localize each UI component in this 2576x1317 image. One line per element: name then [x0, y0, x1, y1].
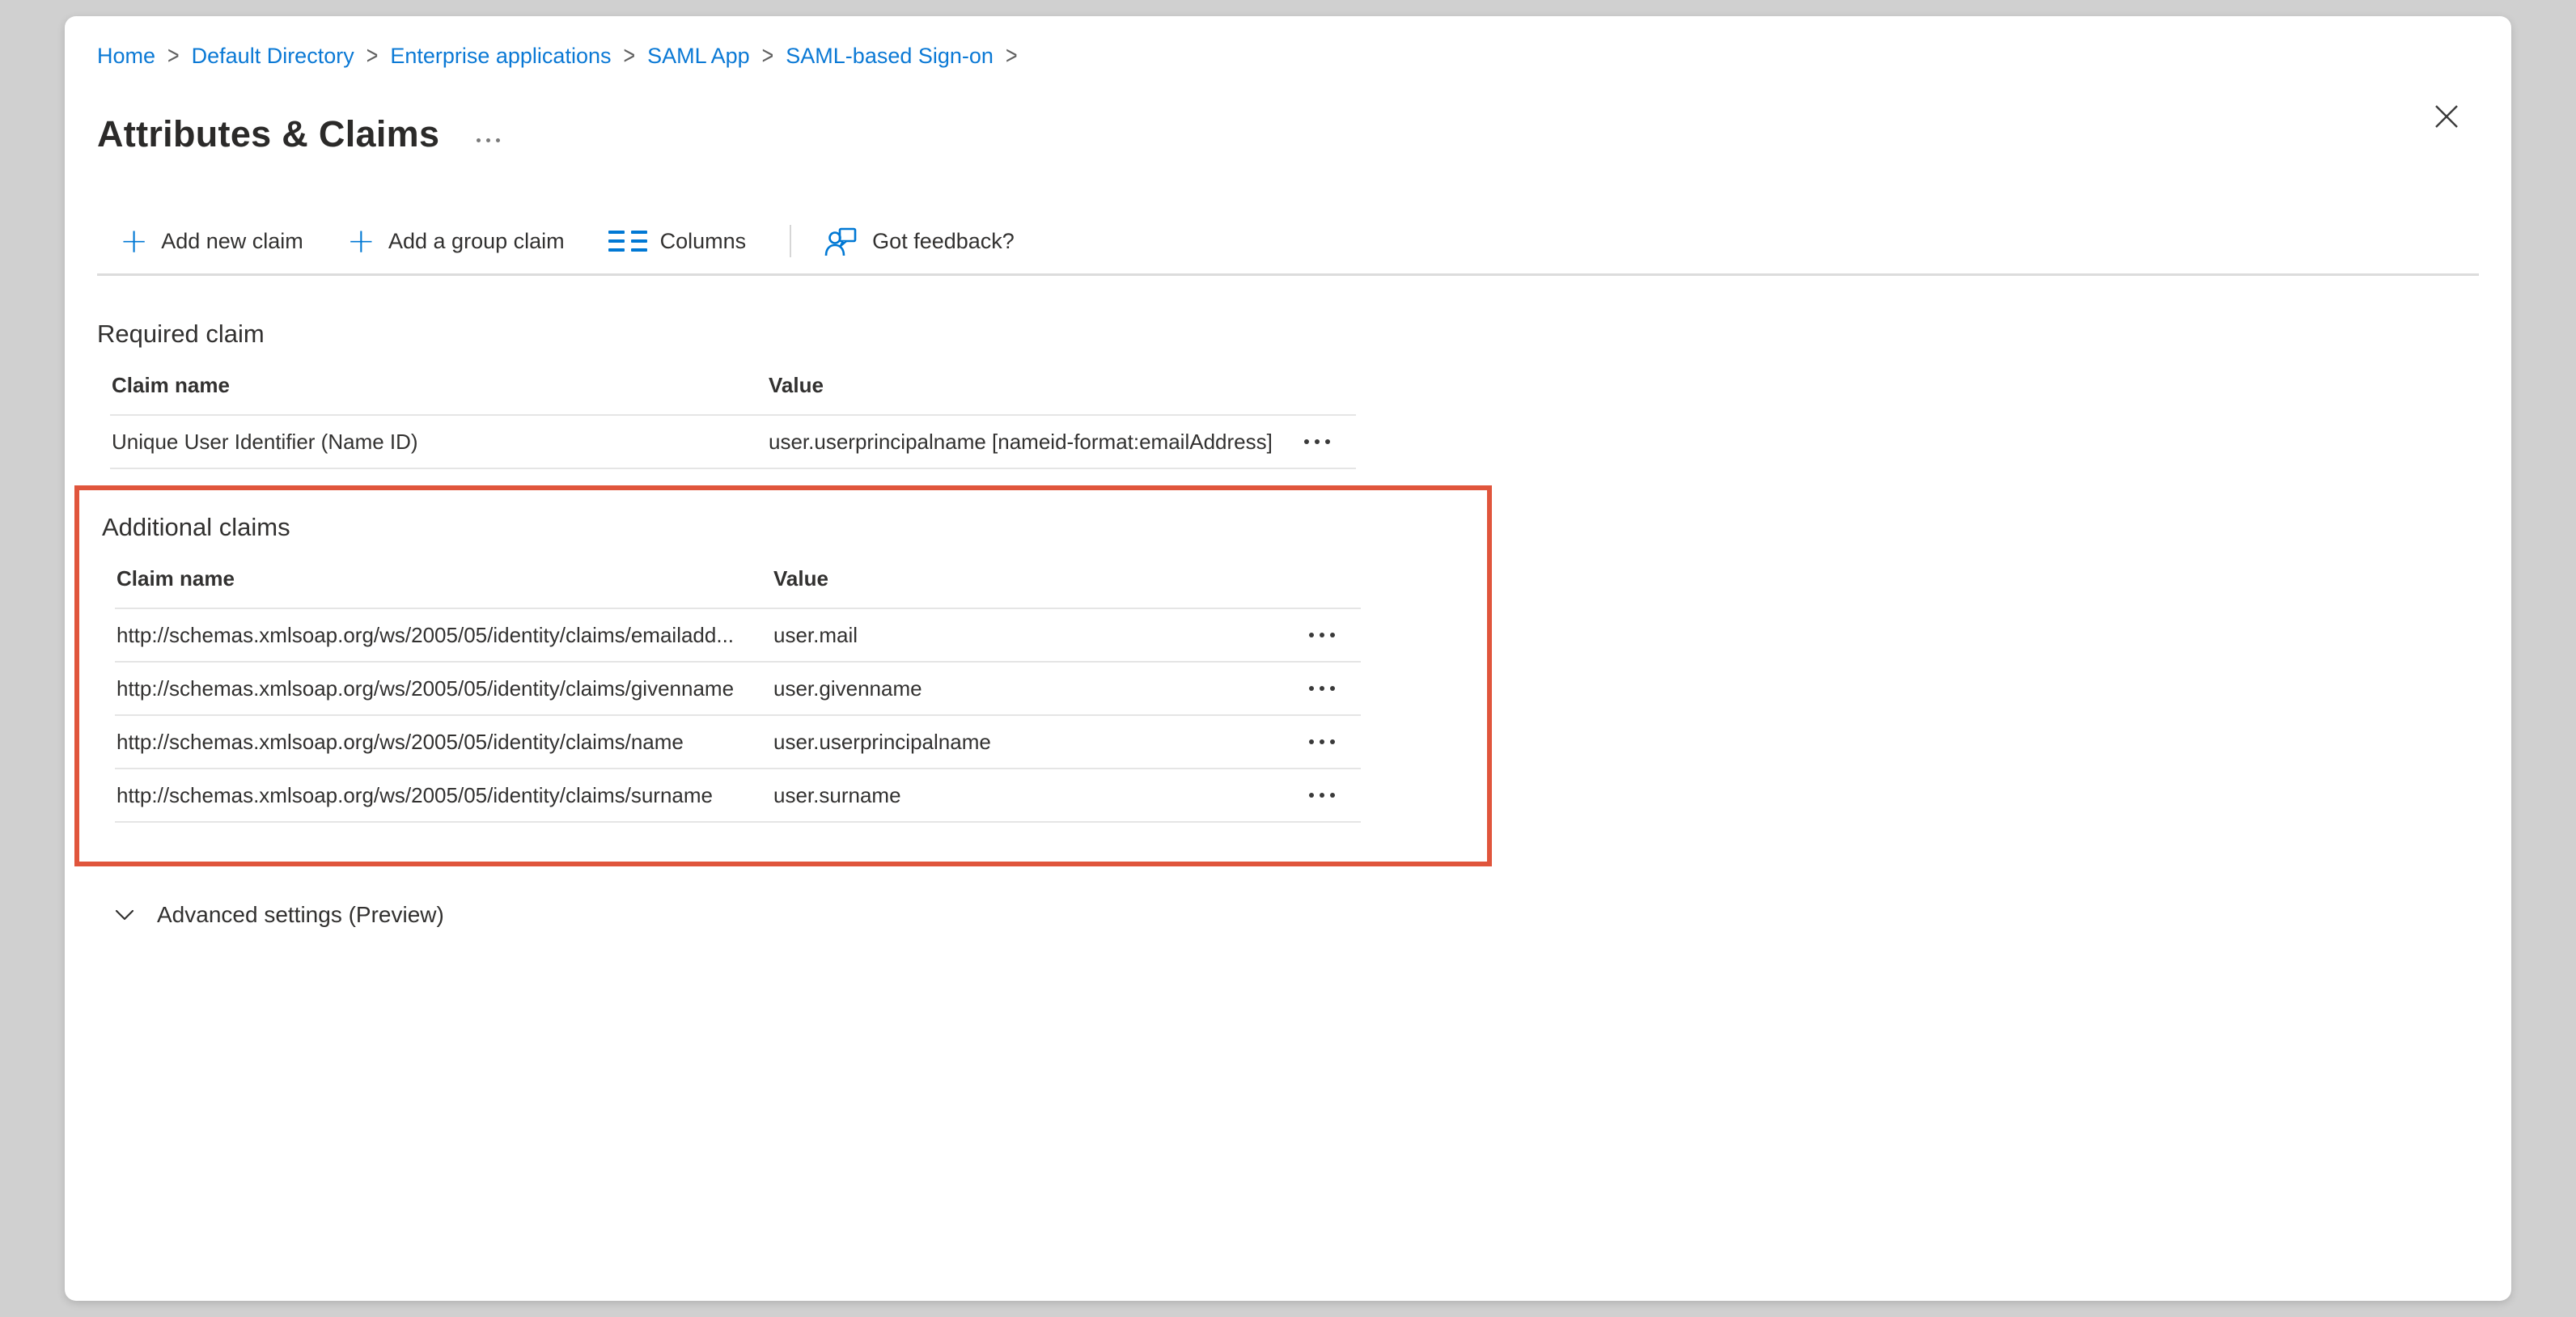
breadcrumb-link-saml-app[interactable]: SAML App — [647, 42, 750, 70]
columns-button[interactable]: Columns — [608, 229, 747, 254]
toolbar-divider — [790, 225, 791, 257]
title-more-button[interactable] — [477, 127, 500, 142]
advanced-settings-toggle[interactable]: Advanced settings (Preview) — [112, 902, 2479, 928]
column-header-value: Value — [773, 566, 1301, 591]
required-claim-table: Claim name Value Unique User Identifier … — [110, 349, 1356, 469]
claim-value-cell: user.givenname — [772, 676, 1301, 701]
claim-name-cell: http://schemas.xmlsoap.org/ws/2005/05/id… — [115, 623, 772, 648]
ellipsis-icon — [1320, 793, 1324, 798]
row-menu-button[interactable] — [1301, 686, 1361, 691]
claim-name-cell: http://schemas.xmlsoap.org/ws/2005/05/id… — [115, 730, 772, 755]
add-group-claim-label: Add a group claim — [388, 229, 565, 254]
claim-row-surname[interactable]: http://schemas.xmlsoap.org/ws/2005/05/id… — [115, 769, 1361, 823]
claim-row-emailaddress[interactable]: http://schemas.xmlsoap.org/ws/2005/05/id… — [115, 609, 1361, 663]
toolbar-underline — [97, 273, 2479, 276]
claim-name-cell: http://schemas.xmlsoap.org/ws/2005/05/id… — [115, 676, 772, 701]
claim-row-name[interactable]: http://schemas.xmlsoap.org/ws/2005/05/id… — [115, 716, 1361, 769]
attributes-claims-panel: Home > Default Directory > Enterprise ap… — [65, 16, 2511, 1301]
add-new-claim-label: Add new claim — [161, 229, 303, 254]
advanced-settings-label: Advanced settings (Preview) — [157, 902, 444, 928]
chevron-right-icon: > — [155, 39, 192, 74]
add-group-claim-button[interactable]: + Add a group claim — [347, 227, 565, 256]
additional-claims-table: Claim name Value http://schemas.xmlsoap.… — [115, 542, 1361, 823]
ellipsis-icon — [1320, 633, 1324, 637]
column-header-claim-name: Claim name — [112, 373, 769, 398]
ellipsis-icon — [1330, 686, 1335, 691]
plus-icon: + — [120, 227, 148, 256]
ellipsis-icon — [496, 138, 500, 142]
columns-label: Columns — [660, 229, 747, 254]
feedback-label: Got feedback? — [872, 229, 1015, 254]
claim-value-cell: user.mail — [772, 623, 1301, 648]
ellipsis-icon — [486, 138, 490, 142]
ellipsis-icon — [477, 138, 481, 142]
ellipsis-icon — [1330, 793, 1335, 798]
ellipsis-icon — [1315, 439, 1320, 444]
page-title: Attributes & Claims — [97, 113, 439, 155]
row-menu-button[interactable] — [1296, 439, 1356, 444]
chevron-down-icon — [112, 902, 138, 928]
ellipsis-icon — [1325, 439, 1330, 444]
chevron-right-icon: > — [611, 39, 647, 74]
row-menu-button[interactable] — [1301, 633, 1361, 637]
add-new-claim-button[interactable]: + Add new claim — [120, 227, 303, 256]
table-header-row: Claim name Value — [110, 349, 1356, 416]
chevron-right-icon: > — [354, 39, 391, 74]
row-menu-button[interactable] — [1301, 739, 1361, 744]
column-header-value: Value — [769, 373, 1296, 398]
claim-row-givenname[interactable]: http://schemas.xmlsoap.org/ws/2005/05/id… — [115, 663, 1361, 716]
ellipsis-icon — [1320, 739, 1324, 744]
ellipsis-icon — [1330, 739, 1335, 744]
claim-name-cell: Unique User Identifier (Name ID) — [110, 430, 767, 455]
chevron-right-icon: > — [750, 39, 786, 74]
chevron-right-icon: > — [994, 39, 1030, 74]
close-button[interactable] — [2424, 94, 2469, 139]
ellipsis-icon — [1309, 633, 1314, 637]
claim-value-cell: user.surname — [772, 783, 1301, 808]
page-background: { "colors": { "background": "#d0d0d0", "… — [0, 0, 2576, 1317]
column-header-claim-name: Claim name — [117, 566, 773, 591]
breadcrumb-link-saml-based-sign-on[interactable]: SAML-based Sign-on — [786, 42, 994, 70]
ellipsis-icon — [1309, 793, 1314, 798]
ellipsis-icon — [1309, 739, 1314, 744]
command-bar: + Add new claim + Add a group claim Colu… — [120, 222, 2479, 260]
additional-claims-heading: Additional claims — [102, 513, 1487, 542]
plus-icon: + — [347, 227, 375, 256]
breadcrumb-link-default-directory[interactable]: Default Directory — [192, 42, 354, 70]
required-claim-heading: Required claim — [97, 320, 2479, 349]
columns-icon — [608, 231, 647, 252]
breadcrumb: Home > Default Directory > Enterprise ap… — [97, 42, 2479, 70]
ellipsis-icon — [1309, 686, 1314, 691]
claim-value-cell: user.userprincipalname [nameid-format:em… — [767, 430, 1296, 455]
claim-row-nameid[interactable]: Unique User Identifier (Name ID) user.us… — [110, 416, 1356, 469]
ellipsis-icon — [1330, 633, 1335, 637]
feedback-button[interactable]: Got feedback? — [824, 223, 1015, 259]
breadcrumb-link-enterprise-applications[interactable]: Enterprise applications — [390, 42, 611, 70]
ellipsis-icon — [1320, 686, 1324, 691]
ellipsis-icon — [1304, 439, 1309, 444]
claim-value-cell: user.userprincipalname — [772, 730, 1301, 755]
breadcrumb-link-home[interactable]: Home — [97, 42, 155, 70]
close-icon — [2433, 103, 2460, 130]
row-menu-button[interactable] — [1301, 793, 1361, 798]
claim-name-cell: http://schemas.xmlsoap.org/ws/2005/05/id… — [115, 783, 772, 808]
feedback-person-icon — [824, 223, 859, 259]
highlight-annotation-box: Additional claims Claim name Value http:… — [74, 485, 1492, 866]
table-header-row: Claim name Value — [115, 542, 1361, 609]
title-row: Attributes & Claims — [97, 89, 2479, 180]
